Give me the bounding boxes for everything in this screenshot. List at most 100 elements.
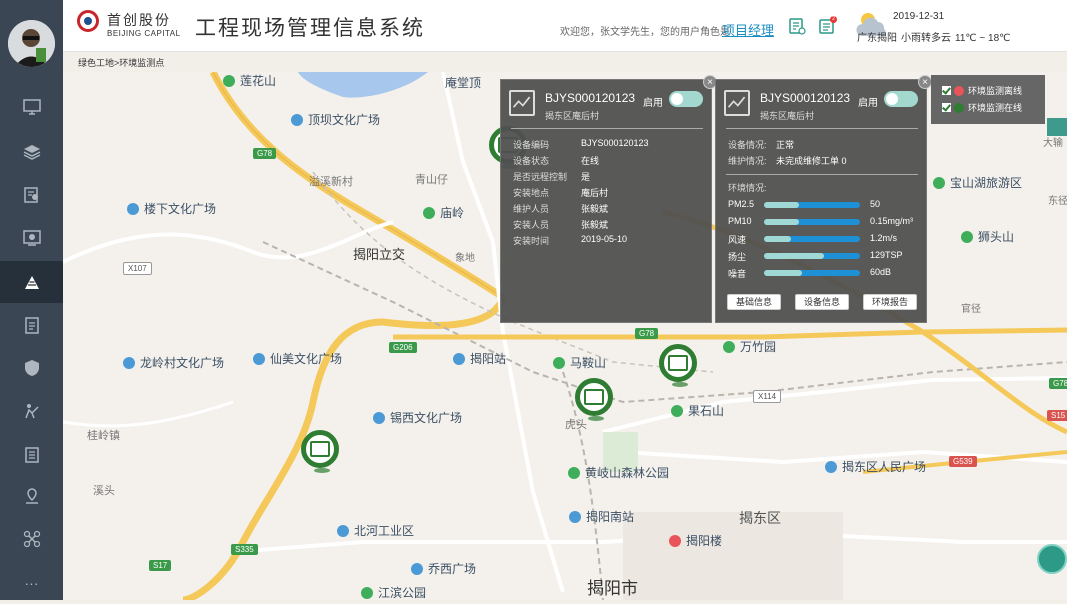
weather-temperature: 11℃ ~ 18℃ [955, 33, 1011, 44]
road-label: G206 [389, 342, 417, 353]
scenic-icon [933, 176, 945, 189]
map-place[interactable]: 黄岐山森林公园 [568, 464, 669, 481]
sidebar-item-workers[interactable] [0, 390, 63, 432]
device-marker[interactable] [659, 344, 697, 387]
close-icon[interactable]: × [918, 75, 932, 89]
sidebar-item-green-site[interactable] [0, 261, 63, 303]
breadcrumb[interactable]: 绿色工地>环境监测点 [78, 56, 164, 69]
sidebar-item-personnel[interactable] [0, 174, 63, 216]
sidebar-item-video[interactable] [0, 217, 63, 259]
road-label: G78 [635, 328, 659, 339]
weather-location: 广东揭阳 [857, 33, 897, 44]
field-label: 是否远程控制 [513, 172, 568, 182]
field-value: BJYS000120123 [581, 138, 649, 148]
device-info-button[interactable]: 设备信息 [795, 294, 850, 310]
enable-toggle[interactable] [884, 91, 918, 107]
plaza-icon [253, 352, 265, 365]
map-place[interactable]: 庙岭 [423, 204, 464, 221]
map-place[interactable]: 乔西广场 [411, 560, 476, 577]
environment-report-button[interactable]: 环境报告 [863, 294, 918, 310]
legend-offline[interactable]: 环境监测离线 [942, 84, 1022, 97]
map-place[interactable]: 揭阳市 [587, 574, 638, 599]
map-place[interactable]: 溪头 [93, 482, 115, 498]
sidebar-item-monitor[interactable] [0, 86, 63, 128]
map-place[interactable]: 揭阳立交 [353, 244, 405, 263]
map-place[interactable]: 虎头 [565, 416, 587, 432]
metric-pm10: PM10 0.15mg/m³ [728, 216, 928, 226]
place-label: 庵堂顶 [445, 76, 482, 90]
metric-fill [764, 270, 803, 276]
map-place[interactable]: 莲花山 [223, 72, 276, 89]
toggle-label: 启用 [643, 98, 663, 109]
sidebar-item-reports[interactable] [0, 304, 63, 346]
more-label: ··· [24, 575, 39, 591]
map-place[interactable]: 楼下文化广场 [127, 200, 216, 217]
map-place[interactable]: 马鞍山 [553, 354, 606, 371]
notification-badge: 2 [830, 16, 837, 23]
road-label: G78 [1049, 378, 1067, 389]
chat-icon[interactable] [1037, 544, 1067, 574]
map-place[interactable]: 青山仔 [415, 171, 448, 187]
place-label: 顶坝文化广场 [308, 113, 381, 127]
map-place[interactable]: 溢溪新村 [309, 173, 353, 189]
map-place[interactable]: 锡西文化广场 [373, 409, 462, 426]
welcome-text: 欢迎您，张文学先生，您的用户角色是 [560, 27, 730, 38]
field-value: 张毅斌 [581, 220, 609, 230]
map-place[interactable]: 果石山 [671, 402, 724, 419]
map-place[interactable]: 揭东区人民广场 [825, 458, 926, 475]
map-place[interactable]: 龙岭村文化广场 [123, 354, 224, 371]
device-id: BJYS000120123 [760, 91, 851, 105]
user-role-link[interactable]: 项目经理 [722, 20, 774, 39]
mountain-icon [423, 206, 435, 219]
checkbox[interactable] [942, 103, 951, 112]
field-label: 设备编码 [513, 140, 550, 150]
map-place[interactable]: 象地 [455, 249, 475, 264]
map-place[interactable]: 大输 [1043, 134, 1063, 149]
map-place[interactable]: 宝山湖旅游区 [933, 174, 1022, 191]
metric-name: 风速 [728, 235, 747, 245]
map-place[interactable]: 揭阳南站 [569, 508, 634, 525]
sidebar-item-drone[interactable] [0, 518, 63, 560]
avatar[interactable] [8, 20, 55, 67]
map-place[interactable]: 江滨公园 [361, 584, 426, 600]
checkbox[interactable] [942, 86, 951, 95]
enable-toggle[interactable] [669, 91, 703, 107]
device-status-row: 设备情况: 正常 [728, 138, 918, 150]
basic-info-button[interactable]: 基础信息 [727, 294, 782, 310]
map-place[interactable]: 狮头山 [961, 228, 1014, 245]
map-place[interactable]: 东径 [1048, 192, 1067, 207]
map-place[interactable]: 官径 [961, 300, 981, 315]
place-label: 楼下文化广场 [144, 202, 217, 216]
legend-online[interactable]: 环境监测在线 [942, 101, 1022, 114]
map-place[interactable]: 揭阳站 [453, 350, 506, 367]
metric-pm25: PM2.5 50 [728, 199, 928, 209]
plaza-icon [411, 562, 423, 575]
plaza-icon [373, 411, 385, 424]
sidebar-item-list[interactable] [0, 434, 63, 476]
device-marker[interactable] [575, 378, 613, 421]
plaza-icon [123, 356, 135, 369]
map-place[interactable]: 北河工业区 [337, 522, 414, 539]
sidebar-item-safety[interactable] [0, 347, 63, 389]
sidebar-item-layers[interactable] [0, 131, 63, 173]
metric-name: 噪音 [728, 269, 747, 279]
industrial-icon [337, 524, 349, 537]
map-place[interactable]: 顶坝文化广场 [291, 111, 380, 128]
place-label: 揭阳市 [587, 579, 638, 598]
map-place[interactable]: 桂岭镇 [87, 427, 120, 443]
place-label: 果石山 [688, 404, 725, 418]
sidebar-item-location[interactable] [0, 475, 63, 517]
map-place[interactable]: 揭东区 [739, 508, 781, 528]
more-icon[interactable]: ··· [0, 562, 63, 604]
map-place[interactable]: 庵堂顶 [445, 74, 481, 91]
task-list-icon[interactable] [788, 17, 806, 35]
device-marker[interactable] [301, 430, 339, 473]
map-place[interactable]: 万竹园 [723, 338, 776, 355]
device-area: 揭东区庵后村 [545, 111, 600, 121]
map-place[interactable]: 揭阳楼 [669, 532, 722, 549]
offline-marker-icon [954, 85, 964, 96]
map-search-icon[interactable] [1047, 118, 1067, 136]
header: 首创股份 BEIJING CAPITAL 工程现场管理信息系统 欢迎您，张文学先… [63, 0, 1067, 52]
park-icon [723, 340, 735, 353]
map-place[interactable]: 仙美文化广场 [253, 350, 342, 367]
